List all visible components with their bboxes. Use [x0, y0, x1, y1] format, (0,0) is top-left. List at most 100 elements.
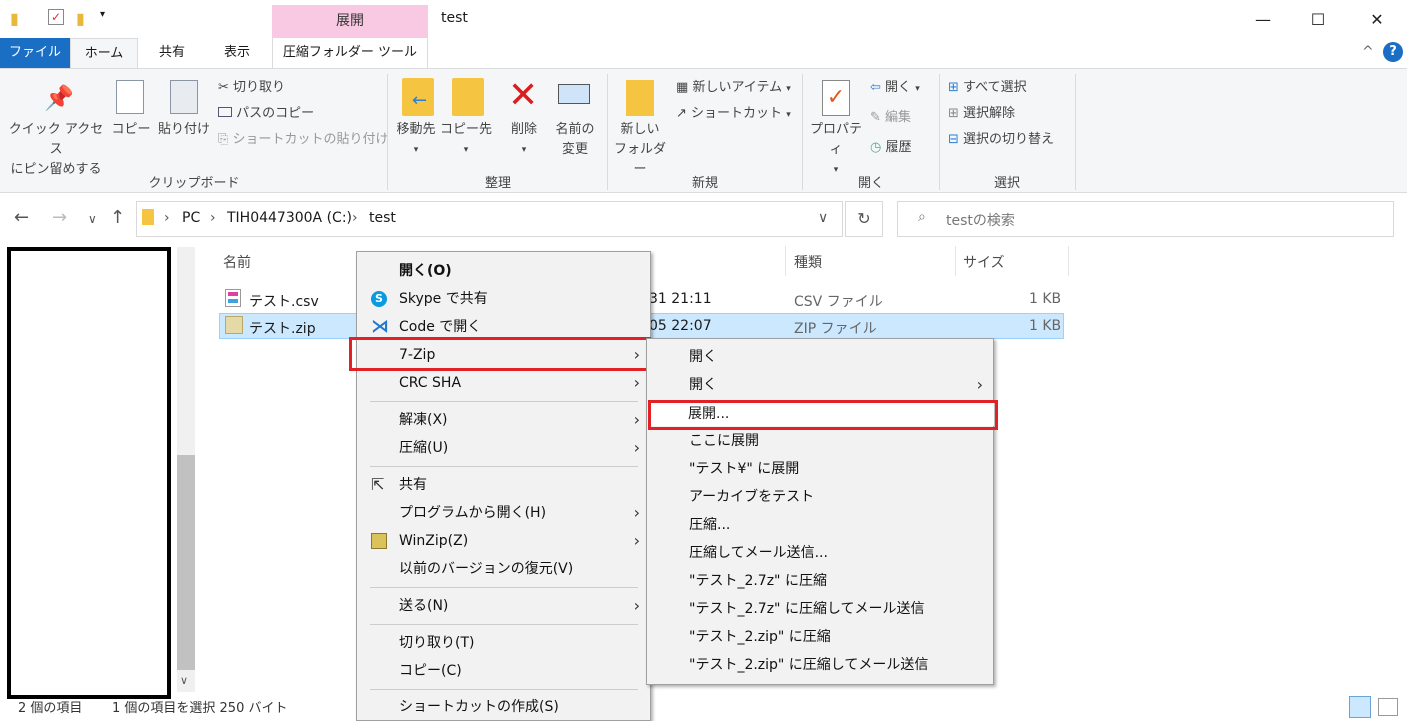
open-button[interactable]: ⇦ 開く ▾ — [870, 78, 920, 99]
delete-label: 削除 — [510, 122, 537, 137]
menu-share[interactable]: ⇱ 共有 — [357, 471, 650, 499]
customize-quick-access-icon[interactable]: ▾ — [100, 9, 105, 20]
breadcrumb-separator-icon[interactable]: › — [352, 210, 358, 226]
forward-icon[interactable]: → — [52, 207, 67, 228]
copy-to-button[interactable]: コピー先 ▾ — [440, 120, 492, 160]
skype-icon: S — [371, 291, 387, 307]
maximize-button[interactable]: ☐ — [1295, 6, 1341, 34]
history-icon: ◷ — [870, 140, 882, 155]
details-view-icon[interactable] — [1349, 696, 1371, 718]
menu-winzip[interactable]: WinZip(Z) › — [357, 527, 650, 555]
history-button[interactable]: ◷ 履歴 — [870, 138, 912, 158]
submenu-open[interactable]: 開く — [647, 343, 993, 371]
tab-view[interactable]: 表示 — [206, 38, 268, 68]
submenu-add-to-7z-email[interactable]: "テスト_2.7z" に圧縮してメール送信 — [647, 595, 993, 623]
back-icon[interactable]: ← — [14, 207, 29, 228]
menu-label: 切り取り(T) — [399, 635, 475, 651]
submenu-open-archive[interactable]: 開く › — [647, 371, 993, 399]
help-icon[interactable]: ? — [1383, 42, 1403, 62]
new-folder-quick-icon[interactable]: ▮ — [76, 9, 85, 28]
paste-shortcut-button[interactable]: ⎘ ショートカットの貼り付け — [218, 130, 389, 150]
copy-path-icon — [218, 107, 232, 117]
menu-restore-previous[interactable]: 以前のバージョンの復元(V) — [357, 555, 650, 583]
menu-crc-sha[interactable]: CRC SHA › — [357, 369, 650, 397]
rename-button[interactable]: 名前の 変更 — [548, 120, 602, 160]
menu-open-with[interactable]: プログラムから開く(H) › — [357, 499, 650, 527]
column-divider[interactable] — [785, 246, 786, 276]
submenu-add-to-7z[interactable]: "テスト_2.7z" に圧縮 — [647, 567, 993, 595]
paste-button[interactable]: 貼り付け — [156, 120, 212, 140]
menu-send-to[interactable]: 送る(N) › — [357, 592, 650, 620]
group-select-label: 選択 — [993, 176, 1020, 191]
submenu-add-to-archive[interactable]: 圧縮... — [647, 511, 993, 539]
properties-quick-icon[interactable]: ✓ — [48, 9, 64, 25]
breadcrumb-separator-icon[interactable]: › — [210, 210, 216, 226]
column-divider[interactable] — [1068, 246, 1069, 276]
edit-button[interactable]: ✎ 編集 — [870, 108, 911, 128]
select-all-button[interactable]: ⊞ すべて選択 — [948, 78, 1027, 98]
up-icon[interactable]: ↑ — [110, 207, 125, 228]
tab-compressed-folder-tools[interactable]: 圧縮フォルダー ツール — [272, 38, 428, 68]
menu-label: アーカイブをテスト — [689, 489, 815, 505]
breadcrumb-separator-icon[interactable]: › — [164, 210, 170, 226]
tab-share[interactable]: 共有 — [140, 38, 204, 68]
menu-label: コピー(C) — [399, 663, 462, 679]
new-folder-button[interactable]: 新しい フォルダー — [608, 120, 672, 180]
column-type[interactable]: 種類 — [794, 252, 822, 272]
submenu-compress-and-email[interactable]: 圧縮してメール送信... — [647, 539, 993, 567]
submenu-add-to-zip[interactable]: "テスト_2.zip" に圧縮 — [647, 623, 993, 651]
menu-create-shortcut[interactable]: ショートカットの作成(S) — [357, 693, 650, 721]
menu-extract[interactable]: 解凍(X) › — [357, 406, 650, 434]
menu-label: CRC SHA — [399, 375, 462, 391]
highlight-7zip — [349, 337, 651, 371]
submenu-test-archive[interactable]: アーカイブをテスト — [647, 483, 993, 511]
column-name[interactable]: 名前 — [223, 252, 251, 272]
close-button[interactable]: ✕ — [1354, 6, 1400, 34]
title-bar — [0, 0, 1407, 38]
invert-selection-button[interactable]: ⊟ 選択の切り替え — [948, 130, 1054, 150]
column-divider[interactable] — [955, 246, 956, 276]
breadcrumb-test[interactable]: test — [369, 210, 396, 226]
search-placeholder[interactable]: testの検索 — [946, 210, 1015, 230]
menu-cut[interactable]: 切り取り(T) — [357, 629, 650, 657]
address-dropdown-icon[interactable]: ∨ — [818, 210, 828, 226]
new-item-button[interactable]: ▦ 新しいアイテム ▾ — [676, 78, 791, 99]
pin-quick-access-button[interactable]: クイック アクセス にピン留めする — [6, 120, 106, 180]
move-to-button[interactable]: 移動先 ▾ — [392, 120, 440, 160]
properties-button[interactable]: プロパティ ▾ — [804, 120, 868, 180]
copy-path-label: パスのコピー — [236, 106, 315, 121]
scrollbar-thumb[interactable] — [177, 455, 195, 670]
edit-label: 編集 — [885, 110, 912, 125]
tab-home[interactable]: ホーム — [70, 38, 138, 68]
column-size[interactable]: サイズ — [963, 252, 1005, 272]
tab-file[interactable]: ファイル — [0, 38, 70, 68]
collapse-ribbon-icon[interactable]: ^ — [1362, 44, 1374, 60]
breadcrumb-pc[interactable]: PC — [182, 210, 200, 226]
new-folder-icon — [626, 80, 654, 116]
submenu-arrow-icon: › — [633, 410, 640, 429]
open-label: 開く — [885, 80, 912, 95]
menu-skype-share[interactable]: S Skype で共有 — [357, 285, 650, 313]
menu-compress[interactable]: 圧縮(U) › — [357, 434, 650, 462]
copy-button[interactable]: コピー — [110, 120, 152, 140]
submenu-extract-here[interactable]: ここに展開 — [647, 427, 993, 455]
cut-button[interactable]: ✂ 切り取り — [218, 78, 285, 98]
new-item-icon: ▦ — [676, 80, 689, 95]
scroll-down-icon[interactable]: ∨ — [180, 674, 188, 687]
submenu-extract-to-folder[interactable]: "テスト¥" に展開 — [647, 455, 993, 483]
large-icons-view-icon[interactable] — [1378, 698, 1398, 716]
shortcut-button[interactable]: ↗ ショートカット ▾ — [676, 104, 791, 125]
move-to-label: 移動先 — [396, 122, 436, 137]
menu-copy[interactable]: コピー(C) — [357, 657, 650, 685]
menu-open[interactable]: 開く(O) — [357, 257, 650, 285]
copy-path-button[interactable]: パスのコピー — [218, 104, 314, 124]
submenu-add-to-zip-email[interactable]: "テスト_2.zip" に圧縮してメール送信 — [647, 651, 993, 679]
select-none-button[interactable]: ⊞ 選択解除 — [948, 104, 1015, 124]
delete-button[interactable]: 削除 ▾ — [500, 120, 548, 160]
paste-shortcut-icon: ⎘ — [218, 132, 229, 147]
recent-locations-icon[interactable]: ∨ — [88, 212, 97, 226]
minimize-button[interactable]: — — [1240, 6, 1286, 34]
breadcrumb-drive[interactable]: TIH0447300A (C:) — [227, 210, 352, 226]
menu-label: 共有 — [399, 477, 427, 493]
refresh-icon[interactable]: ↻ — [845, 201, 883, 237]
